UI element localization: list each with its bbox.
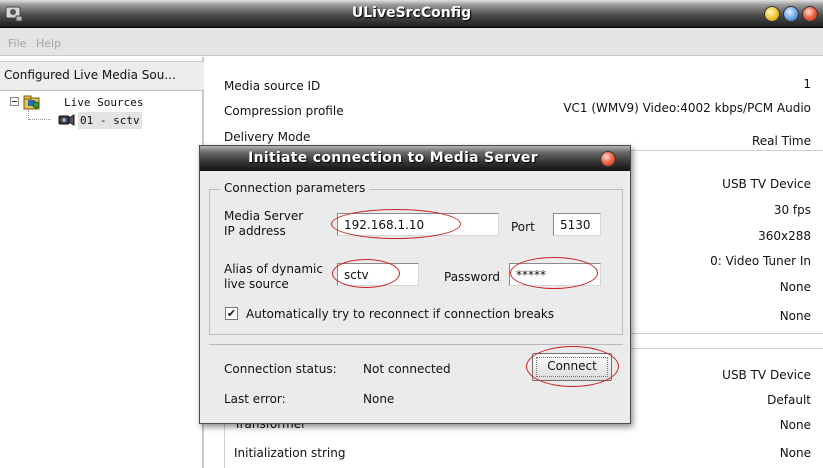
frame-rate-value: 30 fps: [773, 203, 811, 217]
window-title: ULiveSrcConfig: [351, 5, 472, 21]
video-option-value: None: [779, 280, 811, 294]
dialog-close-button[interactable]: [600, 151, 616, 167]
menu-file[interactable]: File: [8, 37, 26, 50]
connect-dialog: Initiate connection to Media Server Conn…: [199, 145, 631, 424]
reconnect-checkbox[interactable]: ✔: [225, 307, 238, 320]
port-label: Port: [511, 220, 535, 234]
tree-item-live-sources[interactable]: Live Sources: [64, 96, 143, 109]
delivery-mode-label: Delivery Mode: [224, 130, 311, 144]
resolution-value: 360x288: [758, 229, 811, 243]
connection-status-label: Connection status:: [224, 362, 337, 376]
server-ip-label-line1: Media Server: [224, 209, 304, 223]
connection-status-value: Not connected: [363, 362, 451, 376]
alias-input[interactable]: [337, 263, 419, 286]
dialog-title: Initiate connection to Media Server: [248, 150, 538, 166]
tree-item-source[interactable]: 01 - sctv: [78, 112, 142, 129]
dialog-separator: [209, 344, 623, 345]
video-option-value: None: [779, 309, 811, 323]
close-button[interactable]: [802, 6, 818, 22]
last-error-value: None: [363, 392, 395, 406]
video-input-value: 0: Video Tuner In: [710, 254, 811, 268]
dialog-titlebar[interactable]: Initiate connection to Media Server: [200, 146, 630, 171]
live-sources-folder-icon: [23, 95, 40, 110]
window-titlebar[interactable]: ULiveSrcConfig: [0, 0, 823, 28]
password-label: Password: [444, 270, 501, 284]
audio-device-value: USB TV Device: [722, 368, 811, 382]
sources-tree-panel: Configured Live Media Sou... Live Source…: [0, 57, 204, 468]
tree-connector-line: [29, 119, 51, 120]
connection-parameters-legend: Connection parameters: [220, 181, 370, 195]
connect-button[interactable]: Connect: [532, 353, 612, 381]
password-input[interactable]: [509, 263, 601, 286]
server-ip-input[interactable]: [337, 213, 499, 236]
menu-bar: File Help: [0, 28, 823, 56]
initialization-string-label: Initialization string: [234, 446, 346, 460]
initialization-string-value: None: [779, 446, 811, 460]
menu-help[interactable]: Help: [36, 37, 61, 50]
reconnect-label[interactable]: Automatically try to reconnect if connec…: [246, 307, 554, 321]
video-device-value: USB TV Device: [722, 177, 811, 191]
collapse-toggle-icon[interactable]: [10, 97, 19, 106]
compression-profile-label: Compression profile: [224, 104, 344, 118]
port-input[interactable]: [553, 213, 601, 236]
tree-column-header[interactable]: Configured Live Media Sou...: [0, 61, 204, 91]
media-source-id-value: 1: [803, 77, 811, 91]
alias-label-line1: Alias of dynamic: [224, 262, 323, 276]
server-ip-label-line2: IP address: [224, 224, 286, 238]
delivery-mode-value: Real Time: [751, 134, 811, 148]
camera-icon: [58, 114, 75, 126]
minimize-button[interactable]: [764, 6, 780, 22]
transformer-value: None: [779, 418, 811, 432]
last-error-label: Last error:: [224, 392, 286, 406]
media-source-id-label: Media source ID: [224, 79, 321, 93]
audio-format-value: Default: [767, 393, 811, 407]
maximize-button[interactable]: [783, 6, 799, 22]
alias-label-line2: live source: [224, 277, 289, 291]
compression-profile-value: VC1 (WMV9) Video:4002 kbps/PCM Audio: [563, 101, 811, 115]
